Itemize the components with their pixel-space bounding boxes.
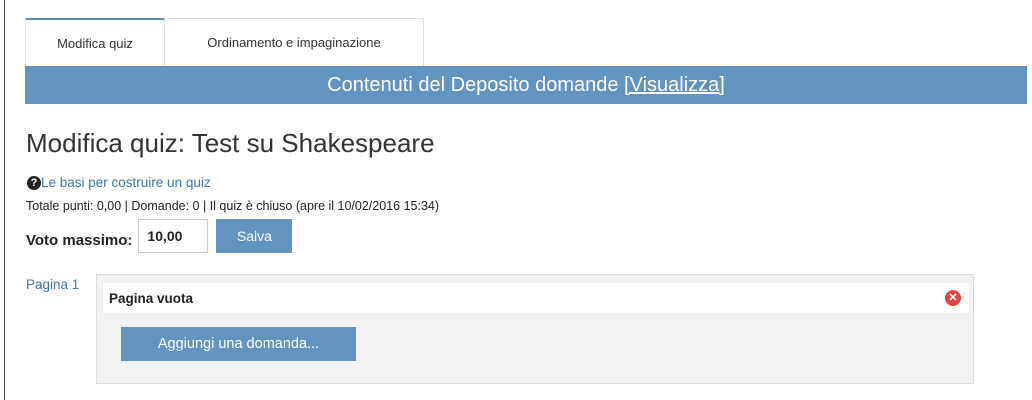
delete-circle-icon[interactable]: ✕ <box>945 290 961 306</box>
quiz-summary: Totale punti: 0,00 | Domande: 0 | Il qui… <box>26 199 440 213</box>
help-link-text: Le basi per costruire un quiz <box>41 175 211 190</box>
empty-page-title: Pagina vuota <box>109 290 194 306</box>
page-title: Modifica quiz: Test su Shakespeare <box>26 128 435 158</box>
question-circle-icon: ? <box>27 175 41 190</box>
add-question-button[interactable]: Aggiungi una domanda... <box>121 327 356 361</box>
banner-view-link[interactable]: [Visualizza] <box>624 74 725 97</box>
tab-ordinamento[interactable]: Ordinamento e impaginazione <box>165 18 424 66</box>
banner-text: Contenuti del Deposito domande <box>327 73 625 96</box>
max-grade-input[interactable] <box>138 219 209 253</box>
empty-page-row: Pagina vuota ✕ <box>103 283 969 313</box>
tab-label: Modifica quiz <box>57 35 133 51</box>
page-section: Pagina vuota ✕ Aggiungi una domanda... <box>96 274 974 384</box>
max-grade-form: Voto massimo: Salva <box>26 219 293 253</box>
tab-bar: Modifica quiz Ordinamento e impaginazion… <box>25 18 424 66</box>
help-link[interactable]: ? Le basi per costruire un quiz <box>27 175 211 190</box>
page-1-link[interactable]: Pagina 1 <box>26 277 79 292</box>
max-grade-label: Voto massimo: <box>26 231 133 249</box>
tab-label: Ordinamento e impaginazione <box>207 35 381 50</box>
save-button[interactable]: Salva <box>216 219 293 253</box>
question-bank-banner: Contenuti del Deposito domande [Visualiz… <box>25 66 1027 104</box>
tab-modifica-quiz[interactable]: Modifica quiz <box>25 18 165 66</box>
